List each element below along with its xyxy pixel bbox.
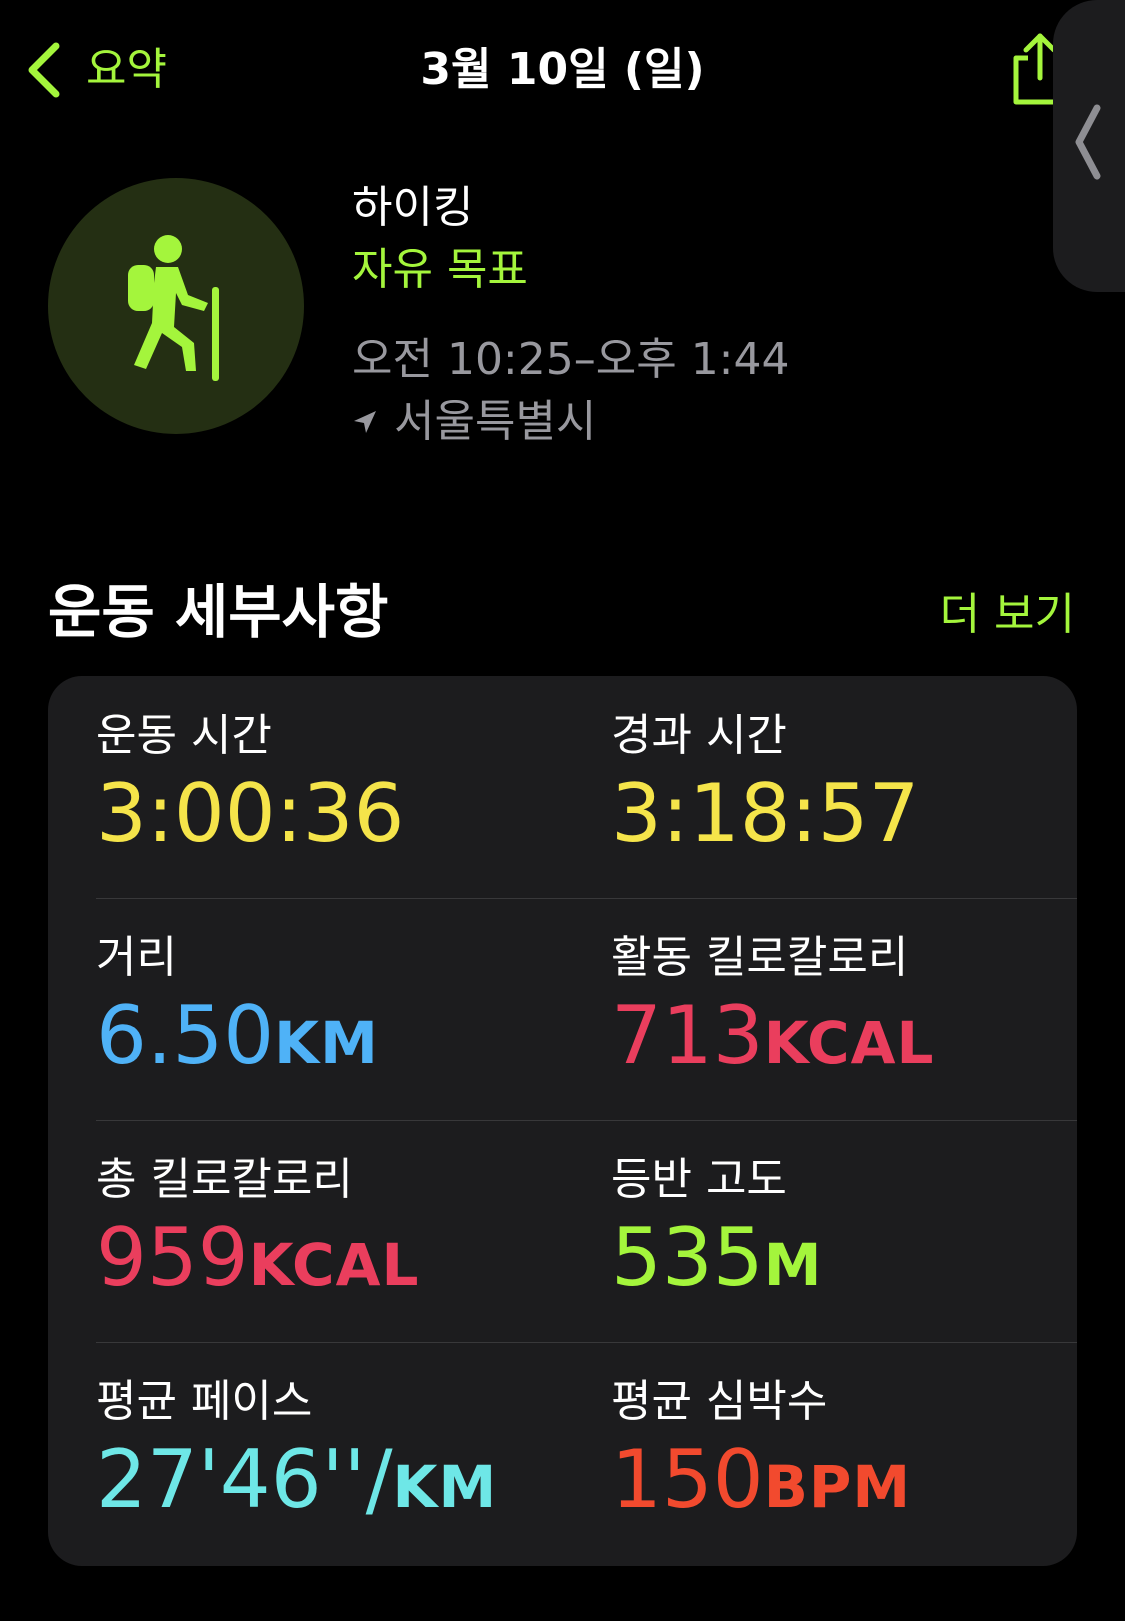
metric-label: 등반 고도	[611, 1154, 787, 1205]
metric-active-calories: 활동 킬로칼로리 713KCAL	[611, 898, 1091, 1091]
chevron-left-icon	[1075, 104, 1101, 180]
metric-elevation-gain: 등반 고도 535M	[611, 1120, 1091, 1313]
metric-value: 3:00:36	[96, 766, 576, 869]
metric-total-calories: 총 킬로칼로리 959KCAL	[96, 1120, 576, 1313]
metric-label: 활동 킬로칼로리	[611, 932, 909, 983]
metric-unit: KM	[274, 1009, 379, 1077]
workout-detail-screen: 요약 3월 10일 (일) 하이킹 자유 목표 오전 10:25–오후 1:44…	[0, 0, 1125, 1621]
location-label: 서울특별시	[394, 396, 597, 447]
metric-average-heart-rate: 평균 심박수 150BPM	[611, 1342, 1091, 1535]
metric-label: 운동 시간	[96, 710, 272, 761]
metric-average-pace: 평균 페이스 27'46''/KM	[96, 1342, 576, 1535]
location-arrow-icon	[354, 411, 376, 433]
metric-label: 평균 심박수	[611, 1376, 828, 1427]
metrics-row: 평균 페이스 27'46''/KM 평균 심박수 150BPM	[96, 1342, 1029, 1564]
metric-label: 총 킬로칼로리	[96, 1154, 353, 1205]
metric-workout-time: 운동 시간 3:00:36	[96, 676, 576, 869]
workout-time-range: 오전 10:25–오후 1:44	[352, 334, 790, 385]
metric-label: 거리	[96, 932, 177, 983]
metric-value: 535M	[611, 1210, 1091, 1313]
workout-location: 서울특별시	[352, 392, 596, 452]
metrics-row: 총 킬로칼로리 959KCAL 등반 고도 535M	[96, 1120, 1029, 1342]
workout-type-badge	[48, 178, 304, 434]
metric-unit: KCAL	[763, 1009, 935, 1077]
metric-number: 3:18:57	[611, 767, 920, 860]
metric-value: 150BPM	[611, 1432, 1091, 1535]
metric-number: 6.50	[96, 989, 275, 1082]
side-panel-handle[interactable]	[1053, 0, 1125, 292]
metric-number: 713	[611, 989, 764, 1082]
metric-number: 3:00:36	[96, 767, 405, 860]
metric-distance: 거리 6.50KM	[96, 898, 576, 1091]
metric-value: 3:18:57	[611, 766, 1091, 869]
show-more-link[interactable]: 더 보기	[940, 585, 1075, 645]
metric-number: 535	[611, 1211, 764, 1304]
workout-goal: 자유 목표	[352, 244, 528, 295]
metric-unit: M	[763, 1231, 823, 1299]
hiker-icon	[128, 235, 219, 381]
metric-value: 713KCAL	[611, 988, 1091, 1091]
metric-number: 27'46''/	[96, 1433, 393, 1526]
metric-unit: KM	[392, 1453, 498, 1521]
workout-name: 하이킹	[352, 182, 474, 233]
metrics-row: 거리 6.50KM 활동 킬로칼로리 713KCAL	[96, 898, 1029, 1120]
metric-value: 6.50KM	[96, 988, 576, 1091]
page-title: 3월 10일 (일)	[420, 44, 705, 95]
metric-value: 27'46''/KM	[96, 1432, 576, 1535]
metrics-row: 운동 시간 3:00:36 경과 시간 3:18:57	[96, 676, 1029, 898]
workout-details-card: 운동 시간 3:00:36 경과 시간 3:18:57 거리 6.50KM 활동…	[48, 676, 1077, 1566]
metric-number: 959	[96, 1211, 249, 1304]
metric-unit: KCAL	[248, 1231, 420, 1299]
nav-bar: 요약 3월 10일 (일)	[0, 0, 1125, 292]
metric-label: 경과 시간	[611, 710, 787, 761]
section-title: 운동 세부사항	[48, 578, 389, 646]
metric-number: 150	[611, 1433, 764, 1526]
metric-unit: BPM	[763, 1453, 912, 1521]
metric-elapsed-time: 경과 시간 3:18:57	[611, 676, 1091, 869]
metric-value: 959KCAL	[96, 1210, 576, 1313]
metric-label: 평균 페이스	[96, 1376, 313, 1427]
